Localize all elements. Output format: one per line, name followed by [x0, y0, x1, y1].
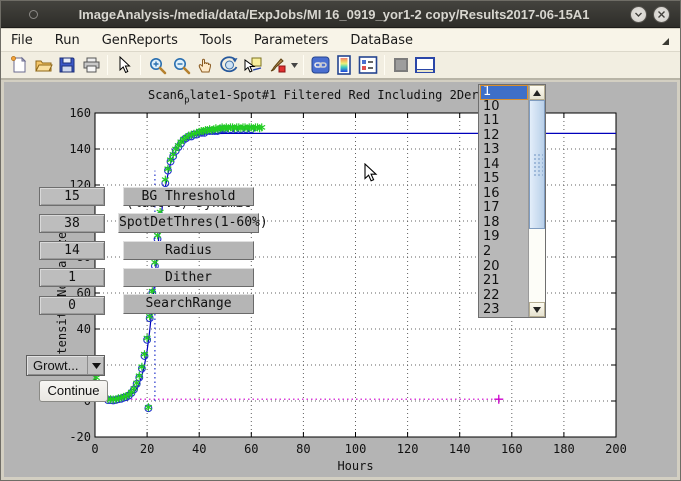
svg-text:20: 20 [140, 442, 154, 456]
titlebar: ImageAnalysis-/media/data/ExpJobs/MI 16_… [1, 1, 680, 28]
listbox-item[interactable]: 16 [480, 187, 528, 202]
scrollbar-grip [533, 153, 543, 177]
svg-text:40: 40 [77, 322, 91, 336]
toolbar-separator [303, 55, 304, 75]
zoom-out-icon[interactable] [169, 54, 193, 76]
shade-button[interactable] [630, 6, 647, 23]
menubar: File Run GenReports Tools Parameters Dat… [1, 29, 680, 52]
menu-file[interactable]: File [11, 30, 44, 51]
print-icon[interactable] [79, 54, 103, 76]
figure-canvas: 020406080100120140160180200-200204060801… [4, 82, 677, 477]
listbox-item[interactable]: 22 [480, 289, 528, 304]
menu-genreports[interactable]: GenReports [91, 30, 189, 51]
svg-text:Hours: Hours [337, 459, 373, 473]
svg-text:40: 40 [192, 442, 206, 456]
listbox-item[interactable]: 20 [480, 260, 528, 275]
close-icon [657, 10, 666, 19]
listbox-item[interactable]: 15 [480, 172, 528, 187]
menu-tools[interactable]: Tools [189, 30, 243, 51]
bg-threshold-field[interactable]: 15 [39, 187, 105, 206]
svg-text:160: 160 [501, 442, 523, 456]
toolbar-separator [107, 55, 108, 75]
listbox-item[interactable]: 18 [480, 216, 528, 231]
spot-det-thres-field[interactable]: 38 [39, 214, 105, 233]
listbox-item[interactable]: 12 [480, 129, 528, 144]
brush-icon[interactable] [265, 54, 289, 76]
listbox-scrollbar[interactable] [528, 85, 545, 317]
toolbar-separator [140, 55, 141, 75]
listbox-item[interactable]: 19 [480, 230, 528, 245]
figure-toolbar [1, 52, 680, 80]
menu-database[interactable]: DataBase [339, 30, 424, 51]
svg-text:0: 0 [91, 442, 98, 456]
svg-text:180: 180 [553, 442, 575, 456]
pointer-icon[interactable] [112, 54, 136, 76]
search-range-field[interactable]: 0 [39, 296, 105, 315]
link-plots-icon[interactable] [308, 54, 332, 76]
svg-text:100: 100 [345, 442, 367, 456]
window-title: ImageAnalysis-/media/data/ExpJobs/MI 16_… [38, 7, 630, 22]
menu-overflow-arrow-icon[interactable] [661, 31, 670, 50]
spot-det-thres-button[interactable]: SpotDetThres(1-60%) [118, 213, 259, 233]
rotate-3d-icon[interactable] [217, 54, 241, 76]
svg-text:140: 140 [449, 442, 471, 456]
svg-text:140: 140 [69, 142, 91, 156]
insert-legend-icon[interactable] [356, 54, 380, 76]
bg-threshold-button[interactable]: BG Threshold [123, 187, 254, 206]
listbox-item[interactable]: 17 [480, 201, 528, 216]
window-menu-icon[interactable] [29, 10, 38, 19]
disabled-square-icon [389, 54, 413, 76]
new-file-icon[interactable] [7, 54, 31, 76]
insert-colorbar-icon[interactable] [332, 54, 356, 76]
dither-field[interactable]: 1 [39, 268, 105, 287]
scroll-down-icon[interactable] [529, 302, 545, 317]
zoom-in-icon[interactable] [145, 54, 169, 76]
open-file-icon[interactable] [31, 54, 55, 76]
plot-title: Scan6plate1-Spot#1 Filtered Red Includin… [148, 88, 515, 105]
radius-button[interactable]: Radius [123, 241, 254, 260]
mouse-cursor-icon [364, 163, 378, 187]
menu-run[interactable]: Run [44, 30, 91, 51]
toolbar-separator [384, 55, 385, 75]
growth-popup-menu[interactable]: Growt... [26, 355, 105, 376]
svg-text:60: 60 [244, 442, 258, 456]
listbox-item[interactable]: 21 [480, 274, 528, 289]
plot-tools-icon[interactable] [413, 54, 437, 76]
svg-text:120: 120 [397, 442, 419, 456]
listbox-item[interactable]: 10 [480, 100, 528, 115]
close-button[interactable] [653, 6, 670, 23]
listbox-item[interactable]: 13 [480, 143, 528, 158]
dither-button[interactable]: Dither [123, 268, 254, 287]
brush-dropdown-icon[interactable] [289, 54, 299, 76]
save-icon[interactable] [55, 54, 79, 76]
svg-text:80: 80 [296, 442, 310, 456]
scroll-up-icon[interactable] [529, 85, 545, 100]
listbox-item[interactable]: 23 [480, 303, 528, 317]
scrollbar-thumb[interactable] [529, 100, 545, 229]
svg-text:160: 160 [69, 106, 91, 120]
pan-icon[interactable] [193, 54, 217, 76]
popup-arrow-icon [87, 356, 104, 375]
data-cursor-icon[interactable] [241, 54, 265, 76]
search-range-button[interactable]: SearchRange [123, 294, 254, 314]
listbox-item[interactable]: 11 [480, 114, 528, 129]
radius-field[interactable]: 14 [39, 241, 105, 260]
listbox-item[interactable]: 14 [480, 158, 528, 173]
scan-listbox[interactable]: 110111213141516171819220212223 [478, 84, 546, 318]
svg-text:200: 200 [605, 442, 627, 456]
app-window: ImageAnalysis-/media/data/ExpJobs/MI 16_… [0, 0, 681, 481]
svg-text:-20: -20 [69, 430, 91, 444]
listbox-item[interactable]: 2 [480, 245, 528, 260]
continue-button[interactable]: Continue [39, 380, 108, 402]
menu-parameters[interactable]: Parameters [243, 30, 339, 51]
listbox-item[interactable]: 1 [480, 85, 528, 100]
chevron-down-icon [634, 10, 643, 19]
